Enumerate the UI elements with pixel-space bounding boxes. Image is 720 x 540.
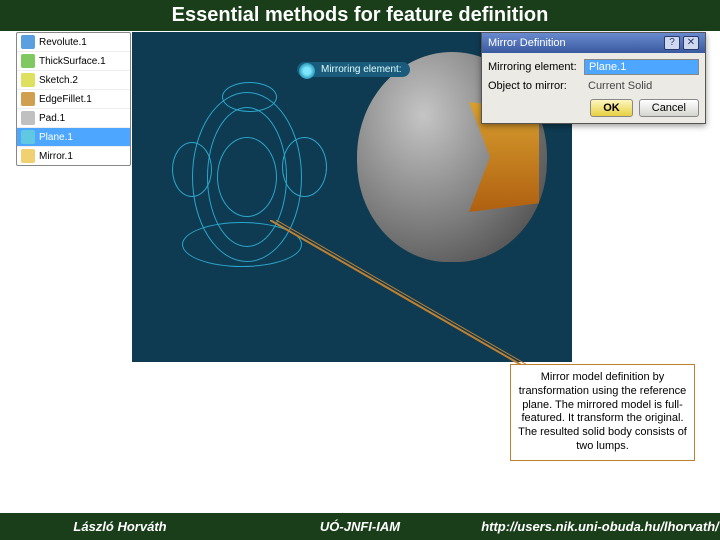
tree-label: Mirror.1 <box>39 151 73 162</box>
footer-org: UÓ-JNFI-IAM <box>240 519 480 534</box>
dialog-title-text: Mirror Definition <box>488 37 566 49</box>
footer-url: http://users.nik.uni-obuda.hu/lhorvath/ <box>480 519 720 534</box>
tree-label: Pad.1 <box>39 113 65 124</box>
thicksurface-icon <box>21 54 35 68</box>
mirroring-element-tag[interactable]: Mirroring element: <box>297 62 410 77</box>
tag-label: Mirroring element: <box>321 64 402 75</box>
tree-label: EdgeFillet.1 <box>39 94 92 105</box>
plane-icon <box>21 130 35 144</box>
tree-item-sketch[interactable]: Sketch.2 <box>17 71 130 90</box>
wireframe-model <box>162 82 342 282</box>
tree-label: ThickSurface.1 <box>39 56 106 67</box>
tree-item-thicksurface[interactable]: ThickSurface.1 <box>17 52 130 71</box>
sketch-icon <box>21 73 35 87</box>
mirror-tag-icon <box>299 63 315 79</box>
tree-item-pad[interactable]: Pad.1 <box>17 109 130 128</box>
footer-author: László Horváth <box>0 519 240 534</box>
tree-label: Revolute.1 <box>39 37 87 48</box>
mirroring-element-field[interactable]: Plane.1 <box>584 59 699 75</box>
object-to-mirror-field: Current Solid <box>584 79 699 93</box>
ok-button[interactable]: OK <box>590 99 633 117</box>
close-button[interactable]: ✕ <box>683 36 699 50</box>
tree-label: Plane.1 <box>39 132 73 143</box>
mirror-definition-dialog: Mirror Definition ? ✕ Mirroring element:… <box>481 32 706 124</box>
pad-icon <box>21 111 35 125</box>
fillet-icon <box>21 92 35 106</box>
dialog-titlebar[interactable]: Mirror Definition ? ✕ <box>482 33 705 53</box>
tree-item-mirror[interactable]: Mirror.1 <box>17 147 130 165</box>
tree-label: Sketch.2 <box>39 75 78 86</box>
feature-tree: Revolute.1 ThickSurface.1 Sketch.2 EdgeF… <box>16 32 131 166</box>
mirror-icon <box>21 149 35 163</box>
tree-item-plane[interactable]: Plane.1 <box>17 128 130 147</box>
mirroring-element-label: Mirroring element: <box>488 61 578 73</box>
revolute-icon <box>21 35 35 49</box>
tree-item-edgefillet[interactable]: EdgeFillet.1 <box>17 90 130 109</box>
cancel-button[interactable]: Cancel <box>639 99 699 117</box>
tree-item-revolute[interactable]: Revolute.1 <box>17 33 130 52</box>
object-to-mirror-label: Object to mirror: <box>488 80 578 92</box>
footer-bar: László Horváth UÓ-JNFI-IAM http://users.… <box>0 513 720 540</box>
help-button[interactable]: ? <box>664 36 680 50</box>
dialog-body: Mirroring element: Plane.1 Object to mir… <box>482 53 705 123</box>
callout-text: Mirror model definition by transformatio… <box>510 364 695 461</box>
page-title: Essential methods for feature definition <box>0 0 720 31</box>
